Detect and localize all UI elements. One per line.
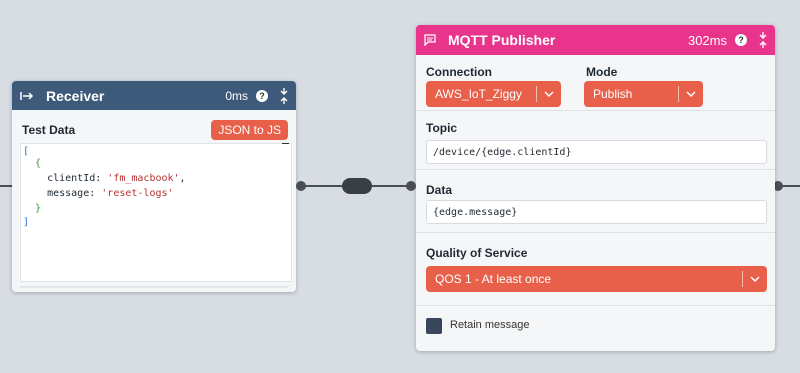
mqtt-title: MQTT Publisher [448,32,556,48]
receiver-title: Receiver [46,87,105,104]
qos-label: Quality of Service [426,246,528,260]
receiver-node[interactable]: Receiver 0ms ? Test Data JSON to JS [ { … [12,81,296,292]
qos-section: Quality of Service QOS 1 - At least once [416,233,775,306]
data-input[interactable]: {edge.message} [426,200,767,224]
test-data-editor[interactable]: [ { clientId: 'fm_macbook', message: 're… [20,143,292,282]
topic-section: Topic /device/{edge.clientId} [416,111,775,170]
connection-wire-in [0,185,12,187]
editor-scrollbar[interactable] [282,143,289,144]
message-icon [424,34,438,46]
receiver-header[interactable]: Receiver 0ms ? [12,81,296,110]
mode-select[interactable]: Publish [584,81,703,107]
data-section: Data {edge.message} [416,170,775,233]
json-to-js-button[interactable]: JSON to JS [211,120,288,140]
receiver-timing: 0ms [225,88,248,103]
mqtt-input-port[interactable] [406,181,416,191]
mode-label: Mode [586,65,618,79]
retain-section: Retain message [416,306,775,346]
code-line: { [23,158,42,169]
collapse-icon[interactable] [757,31,769,49]
connection-label: Connection [426,65,492,79]
qos-value: QOS 1 - At least once [435,272,552,286]
chevron-down-icon[interactable] [679,91,703,97]
topic-input[interactable]: /device/{edge.clientId} [426,140,767,164]
connection-wire-out [780,185,800,187]
mode-value: Publish [593,87,633,101]
qos-select[interactable]: QOS 1 - At least once [426,266,767,292]
connection-midpoint-handle[interactable] [342,178,372,194]
code-line: ] [23,217,30,228]
data-value: {edge.message} [433,206,518,218]
receiver-arrow-icon [20,91,36,101]
code-line: message: 'reset-logs' [23,188,174,199]
mqtt-publisher-node[interactable]: MQTT Publisher 302ms ? Connection AWS_Io… [416,25,775,351]
code-line: } [23,203,42,214]
connection-select[interactable]: AWS_IoT_Ziggy [426,81,561,107]
chevron-down-icon[interactable] [743,276,767,282]
mqtt-timing: 302ms [687,32,727,48]
receiver-output-port[interactable] [296,181,306,191]
test-data-label: Test Data [22,123,76,137]
chevron-down-icon[interactable] [537,91,561,97]
mqtt-header[interactable]: MQTT Publisher 302ms ? [416,25,775,55]
divider [20,286,288,288]
topic-label: Topic [426,121,458,135]
connection-mode-section: Connection AWS_IoT_Ziggy Mode Publish [416,55,775,111]
topic-value: /device/{edge.clientId} [433,146,572,158]
retain-message-checkbox[interactable] [426,318,442,334]
connection-value: AWS_IoT_Ziggy [435,87,522,101]
retain-message-label: Retain message [450,319,530,331]
code-line: clientId: 'fm_macbook', [23,173,186,184]
data-label: Data [426,183,453,197]
help-icon[interactable]: ? [256,89,268,102]
help-icon[interactable]: ? [735,34,747,46]
collapse-icon[interactable] [278,87,290,105]
